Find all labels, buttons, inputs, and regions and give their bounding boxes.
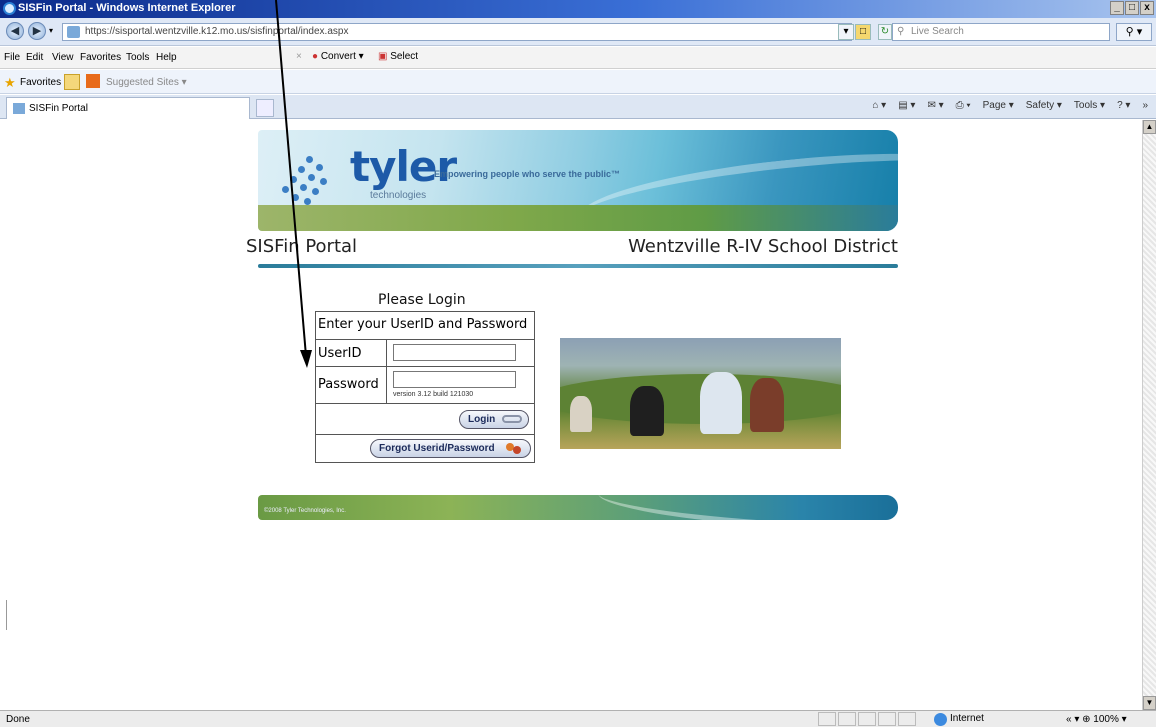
login-heading: Please Login (378, 292, 466, 308)
internet-explorer-icon (3, 2, 16, 15)
maximize-button[interactable]: □ (1125, 1, 1139, 15)
menu-favorites[interactable]: Favorites (80, 52, 121, 63)
login-button-label: Login (468, 414, 496, 425)
back-icon[interactable]: ◀ (6, 22, 24, 40)
forward-icon[interactable]: ▶ (28, 22, 46, 40)
select-button[interactable]: ▣ Select (378, 51, 418, 62)
tab-label: SISFin Portal (29, 103, 88, 114)
suggested-sites-icon (86, 74, 100, 88)
command-bar: ⌂ ▾ ▤ ▾ ✉ ▾ ⎙ ▾ Page ▾ Safety ▾ Tools ▾ … (872, 100, 1148, 111)
tyler-logo-dots-icon (278, 150, 338, 210)
password-row: Password version 3.12 build 121030 (316, 367, 534, 404)
home-button[interactable]: ⌂ ▾ (872, 100, 886, 111)
address-input[interactable]: https://sisportal.wentzville.k12.mo.us/s… (62, 23, 852, 41)
zone-label: Internet (950, 713, 984, 724)
site-favicon-icon (67, 26, 80, 38)
suggested-sites-link[interactable]: Suggested Sites ▾ (106, 77, 187, 88)
forgot-password-button[interactable]: Forgot Userid/Password (370, 439, 531, 458)
copyright-text: ©2008 Tyler Technologies, Inc. (264, 508, 346, 514)
status-text: Done (6, 714, 30, 725)
userid-input[interactable] (393, 344, 516, 361)
menu-edit[interactable]: Edit (26, 52, 43, 63)
address-toolbar: ◀ ▶ ▾ https://sisportal.wentzville.k12.m… (0, 18, 1156, 46)
tools-menu-button[interactable]: Tools ▾ (1074, 100, 1105, 111)
convert-label: Convert ▾ (320, 51, 364, 62)
menu-bar: File Edit View Favorites Tools Help × ● … (0, 47, 1156, 69)
tyler-logo-text: tyler (350, 142, 457, 191)
tyler-logo-subtext: technologies (370, 190, 427, 201)
menu-help[interactable]: Help (156, 52, 177, 63)
convert-button[interactable]: ● Convert ▾ (312, 51, 364, 62)
scroll-down-icon[interactable]: ▼ (1143, 696, 1156, 710)
menu-tools[interactable]: Tools (126, 52, 149, 63)
title-divider (258, 264, 898, 268)
zoom-control[interactable]: « ▾ ⊕ 100% ▾ (1066, 714, 1127, 725)
banner-stripe (258, 205, 898, 231)
login-button-row: Login (316, 404, 534, 435)
new-tab-button[interactable] (256, 99, 274, 117)
refresh-icon[interactable]: ↻ (878, 24, 892, 40)
close-button[interactable]: x (1140, 1, 1154, 15)
search-button[interactable]: ⚲ ▾ (1116, 23, 1152, 41)
safety-menu-button[interactable]: Safety ▾ (1026, 100, 1062, 111)
read-mail-button[interactable]: ✉ ▾ (927, 100, 943, 111)
minimize-button[interactable]: _ (1110, 1, 1124, 15)
scroll-up-icon[interactable]: ▲ (1143, 120, 1156, 134)
status-bar: Done Internet « ▾ ⊕ 100% ▾ (0, 710, 1156, 727)
menu-file[interactable]: File (4, 52, 20, 63)
search-icon: ⚲ (897, 26, 905, 37)
favorites-button[interactable]: Favorites (20, 77, 61, 88)
history-dropdown-icon[interactable]: ▾ (49, 26, 53, 35)
vertical-scrollbar[interactable]: ▲ ▼ (1142, 120, 1156, 710)
family-photo (560, 338, 841, 449)
login-instructions: Enter your UserID and Password (316, 312, 534, 340)
page-title: SISFin Portal (246, 236, 358, 257)
favorites-star-icon[interactable]: ★ (4, 75, 16, 91)
select-icon: ▣ (378, 51, 388, 62)
users-icon (506, 442, 522, 456)
password-label: Password (318, 377, 379, 392)
login-button[interactable]: Login (459, 410, 529, 429)
menu-view[interactable]: View (52, 52, 74, 63)
add-favorite-icon[interactable] (64, 74, 80, 90)
tab-bar: SISFin Portal ⌂ ▾ ▤ ▾ ✉ ▾ ⎙ ▾ Page ▾ Saf… (0, 95, 1156, 119)
globe-icon (934, 713, 947, 726)
feeds-button[interactable]: ▤ ▾ (898, 100, 915, 111)
forgot-button-row: Forgot Userid/Password (316, 435, 534, 463)
address-dropdown-icon[interactable]: ▾ (838, 24, 854, 40)
district-name: Wentzville R-IV School District (628, 236, 898, 257)
page-menu-button[interactable]: Page ▾ (983, 100, 1014, 111)
userid-label: UserID (318, 346, 362, 361)
tyler-banner: tyler technologies Empowering people who… (258, 130, 898, 231)
tab-sisfin-portal[interactable]: SISFin Portal (6, 97, 250, 119)
address-url: https://sisportal.wentzville.k12.mo.us/s… (85, 26, 349, 37)
pdf-convert-icon: ● (312, 51, 319, 62)
lock-icon[interactable]: □ (855, 24, 871, 40)
window-controls: _ □ x (1110, 1, 1154, 15)
userid-row: UserID (316, 340, 534, 367)
tab-favicon-icon (13, 103, 25, 114)
close-toolbar-icon[interactable]: × (296, 51, 302, 62)
window-title: SISFin Portal - Windows Internet Explore… (18, 2, 236, 14)
login-form: Enter your UserID and Password UserID Pa… (315, 311, 535, 463)
help-menu-button[interactable]: ? ▾ (1117, 100, 1130, 111)
search-input[interactable]: ⚲ Live Search (892, 23, 1110, 41)
overflow-chevron-icon[interactable]: » (1142, 100, 1148, 111)
page-footer: ©2008 Tyler Technologies, Inc. (258, 495, 898, 520)
banner-tagline: Empowering people who serve the public™ (434, 169, 621, 179)
search-placeholder: Live Search (911, 26, 964, 37)
forgot-password-label: Forgot Userid/Password (379, 443, 495, 454)
print-button[interactable]: ⎙ ▾ (956, 100, 971, 111)
select-label: Select (390, 51, 419, 62)
password-input[interactable] (393, 371, 516, 388)
key-icon (502, 415, 522, 423)
version-text: version 3.12 build 121030 (393, 391, 474, 398)
window-title-bar: SISFin Portal - Windows Internet Explore… (0, 0, 1156, 18)
security-zone[interactable]: Internet (934, 713, 984, 726)
favorites-bar: ★ Favorites Suggested Sites ▾ (0, 70, 1156, 94)
